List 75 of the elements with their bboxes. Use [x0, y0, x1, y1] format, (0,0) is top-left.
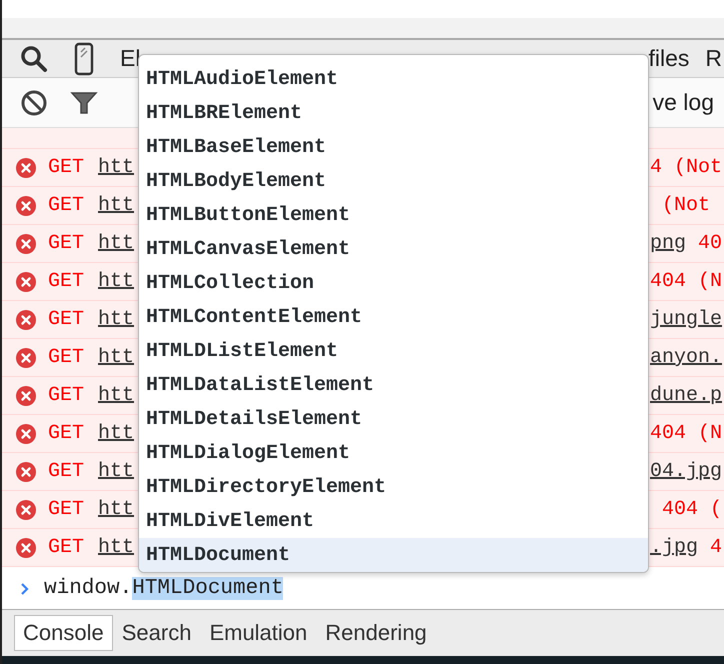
autocomplete-item[interactable]: HTMLDListElement — [139, 334, 648, 368]
request-method: GET — [48, 156, 84, 179]
request-link[interactable]: htt — [98, 536, 134, 559]
autocomplete-item[interactable]: HTMLBodyElement — [139, 164, 648, 198]
autocomplete-item[interactable]: HTMLDivElement — [139, 504, 648, 538]
request-link[interactable]: png — [650, 232, 686, 255]
error-icon — [16, 272, 36, 292]
request-method: GET — [48, 346, 84, 369]
error-icon — [16, 538, 36, 558]
error-icon — [16, 234, 36, 254]
console-input-text[interactable]: window. — [44, 577, 132, 600]
request-method: GET — [48, 270, 84, 293]
autocomplete-item[interactable]: HTMLDataListElement — [139, 368, 648, 402]
error-icon — [16, 348, 36, 368]
request-link[interactable]: anyon. — [650, 346, 722, 369]
request-link[interactable]: htt — [98, 422, 134, 445]
status-text: 40 — [697, 232, 722, 255]
error-icon — [16, 424, 36, 444]
status-text: 404 (N — [650, 422, 722, 445]
status-text: 4 — [709, 536, 722, 559]
prompt-chevron-icon — [20, 582, 30, 596]
error-icon — [16, 386, 36, 406]
request-link[interactable]: jungle — [650, 308, 722, 331]
autocomplete-item[interactable]: HTMLBRElement — [139, 96, 648, 130]
autocomplete-item[interactable]: HTMLDocument — [139, 538, 648, 572]
request-link[interactable]: 04.jpg — [650, 460, 722, 483]
autocomplete-item[interactable]: HTMLContentElement — [139, 300, 648, 334]
autocomplete-item[interactable]: HTMLCollection — [139, 266, 648, 300]
request-method: GET — [48, 232, 84, 255]
drawer-tab[interactable]: Emulation — [200, 615, 316, 651]
error-icon — [16, 462, 36, 482]
status-text: 4 (Not — [650, 156, 722, 179]
drawer-tab[interactable]: Console — [14, 615, 113, 651]
drawer-tab[interactable]: Search — [112, 615, 200, 651]
filter-icon[interactable] — [70, 90, 98, 116]
request-link[interactable]: htt — [98, 384, 134, 407]
request-method: GET — [48, 384, 84, 407]
request-link[interactable]: htt — [98, 498, 134, 521]
request-method: GET — [48, 194, 84, 217]
search-icon[interactable] — [20, 44, 48, 72]
error-icon — [16, 500, 36, 520]
request-link[interactable]: dune.p — [650, 384, 722, 407]
clear-icon[interactable] — [20, 88, 48, 116]
request-method: GET — [48, 422, 84, 445]
request-link[interactable]: htt — [98, 308, 134, 331]
error-icon — [16, 310, 36, 330]
autocomplete-suggestion: HTMLDocument — [132, 577, 284, 600]
preserve-log-label: ve log — [652, 89, 714, 116]
status-text: (Not — [661, 194, 710, 217]
panel-tab[interactable]: files — [648, 45, 690, 72]
error-icon — [16, 196, 36, 216]
mobile-device-icon[interactable] — [74, 42, 94, 76]
request-link[interactable]: htt — [98, 194, 134, 217]
request-link[interactable]: htt — [98, 270, 134, 293]
status-text: 404 (N — [650, 270, 722, 293]
panel-tab[interactable]: R — [705, 45, 722, 72]
request-link[interactable]: htt — [98, 460, 134, 483]
request-link[interactable]: htt — [98, 232, 134, 255]
autocomplete-item[interactable]: HTMLDetailsElement — [139, 402, 648, 436]
autocomplete-item[interactable]: HTMLDialogElement — [139, 436, 648, 470]
drawer-tab[interactable]: Rendering — [316, 615, 436, 651]
error-icon — [16, 158, 36, 178]
autocomplete-item[interactable]: HTMLAudioElement — [139, 62, 648, 96]
autocomplete-item[interactable]: HTMLCanvasElement — [139, 232, 648, 266]
autocomplete-item[interactable]: HTMLDirectoryElement — [139, 470, 648, 504]
request-link[interactable]: htt — [98, 346, 134, 369]
request-method: GET — [48, 498, 84, 521]
autocomplete-item[interactable]: HTMLButtonElement — [139, 198, 648, 232]
autocomplete-item[interactable]: HTMLBaseElement — [139, 130, 648, 164]
request-method: GET — [48, 308, 84, 331]
request-link[interactable]: .jpg — [650, 536, 698, 559]
status-text: 404 ( — [661, 498, 722, 521]
request-method: GET — [48, 536, 84, 559]
request-link[interactable]: htt — [98, 156, 134, 179]
request-method: GET — [48, 460, 84, 483]
